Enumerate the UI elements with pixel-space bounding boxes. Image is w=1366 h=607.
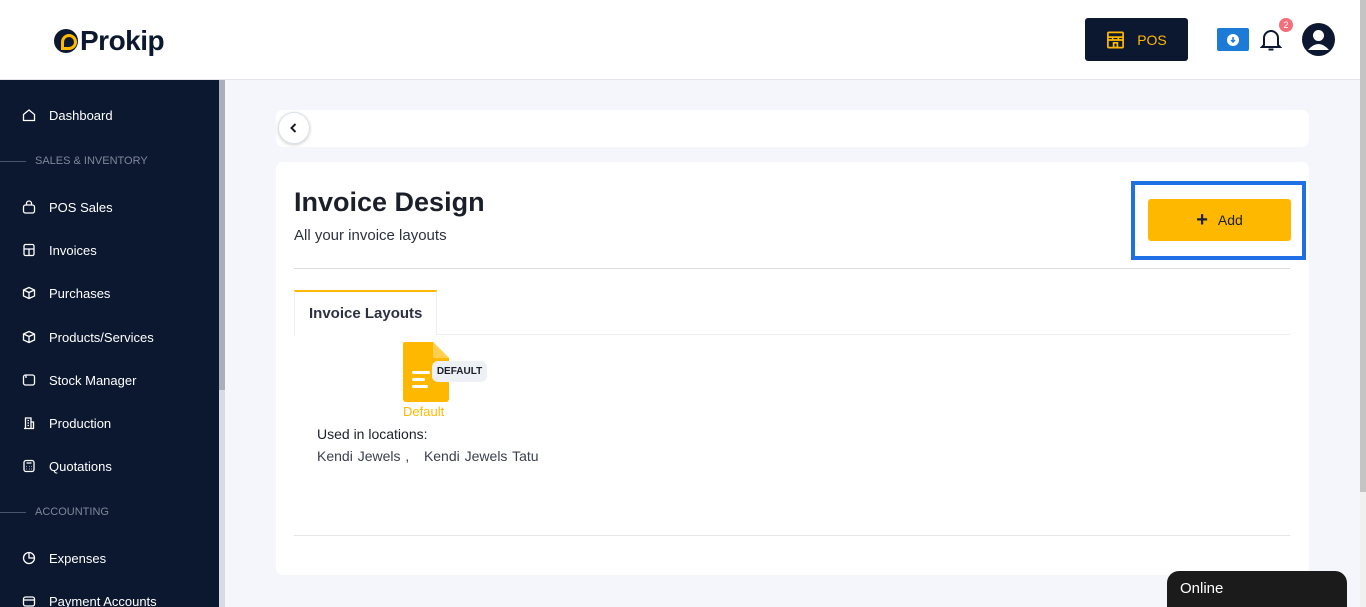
sidebar-item-stock-manager[interactable]: Stock Manager [0,362,219,398]
logo-text: Prokip [80,25,165,56]
breadcrumb-bar [276,110,1309,147]
sidebar-scrollbar[interactable] [219,80,225,607]
sidebar-item-label: Dashboard [49,107,113,123]
box-gear-icon [22,286,36,300]
used-in-locations-label: Used in locations: [317,426,428,442]
sidebar-item-label: Stock Manager [49,372,137,388]
pos-label: POS [1137,31,1167,48]
download-app-button[interactable] [1217,28,1249,51]
sidebar-item-label: Invoices [49,242,97,258]
invoice-icon [23,243,35,257]
sidebar-item-quotations[interactable]: Quotations [0,448,219,484]
folder-icon [22,374,36,386]
page-scrollbar-thumb[interactable] [1360,0,1366,492]
sidebar-item-label: Purchases [49,285,111,301]
prokip-logo[interactable]: Prokip [54,25,165,57]
sidebar-item-purchases[interactable]: Purchases [0,275,219,311]
section-divider [0,511,26,513]
sidebar-item-invoices[interactable]: Invoices [0,232,219,268]
tab-invoice-layouts[interactable]: Invoice Layouts [294,290,437,335]
plus-icon: + [1196,209,1208,231]
layout-name[interactable]: Default [403,404,444,419]
header-divider [294,268,1290,269]
logo-mark-icon [54,29,78,53]
add-button[interactable]: + Add [1148,199,1291,241]
sidebar-item-expenses[interactable]: Expenses [0,540,219,576]
sidebar-item-production[interactable]: Production [0,405,219,441]
calculator-icon [23,459,35,473]
sidebar: Dashboard SALES & INVENTORY POS Sales In… [0,80,219,607]
page-scrollbar[interactable] [1360,0,1366,607]
sidebar-item-label: Quotations [49,458,112,474]
sidebar-item-label: POS Sales [49,199,113,215]
shopping-bag-icon [22,200,36,214]
sidebar-item-label: Production [49,415,112,431]
sidebar-item-label: Payment Accounts [49,593,157,607]
page-title: Invoice Design [294,187,485,217]
card-footer-divider [294,535,1290,536]
wallet-icon [22,596,36,607]
sidebar-item-payment-accounts[interactable]: Payment Accounts [0,583,219,607]
bell-icon[interactable] [1260,28,1282,52]
download-icon [1227,33,1239,46]
section-sales-inventory: SALES & INVENTORY [0,155,219,167]
sidebar-scrollbar-thumb[interactable] [219,80,225,390]
chat-status-label: Online [1180,580,1224,597]
notification-badge: 2 [1279,18,1293,32]
home-icon [22,109,36,122]
page-subtitle: All your invoice layouts [294,227,447,244]
add-button-label: Add [1217,212,1243,228]
pos-button[interactable]: POS [1085,18,1188,61]
locations-list: Kendi Jewels , Kendi Jewels Tatu [317,448,539,464]
tab-label: Invoice Layouts [309,305,423,322]
section-accounting: ACCOUNTING [0,506,219,518]
back-button[interactable] [278,112,310,144]
sidebar-item-pos-sales[interactable]: POS Sales [0,189,219,225]
sidebar-item-products-services[interactable]: Products/Services [0,319,219,355]
top-header: Prokip POS 2 [0,0,1366,80]
tab-baseline [437,334,1290,335]
online-chat-widget[interactable]: Online [1167,571,1347,607]
building-icon [24,417,35,430]
section-label: ACCOUNTING [35,506,109,518]
user-avatar-icon[interactable] [1302,23,1335,56]
cube-icon [22,330,36,344]
sidebar-item-dashboard[interactable]: Dashboard [0,97,219,133]
sidebar-item-label: Expenses [49,550,107,566]
sidebar-item-label: Products/Services [49,329,154,345]
default-badge: DEFAULT [432,361,487,382]
section-label: SALES & INVENTORY [35,155,148,167]
section-divider [0,160,26,162]
chevron-left-icon [290,123,297,133]
store-icon [1107,31,1125,48]
pie-chart-icon [22,551,36,565]
